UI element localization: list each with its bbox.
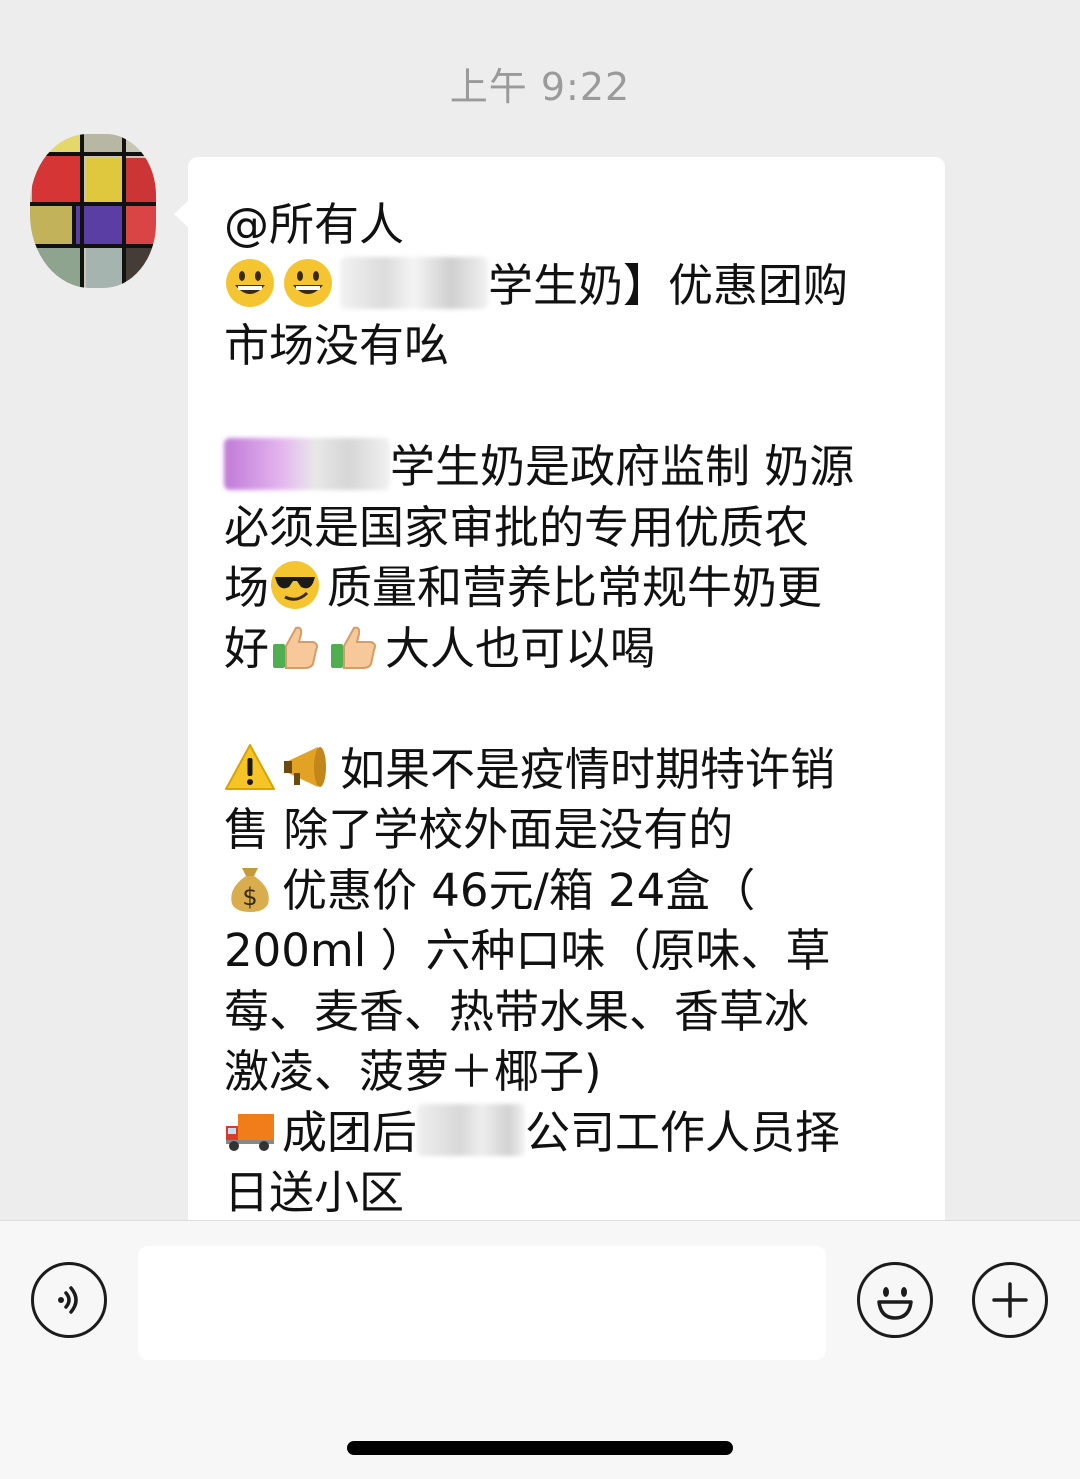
sender-avatar[interactable] [30,134,156,288]
message-text: 如果不是疫情时期特许销 [340,742,836,796]
emoji-button[interactable] [857,1262,933,1338]
message-line: 莓、麦香、热带水果、香草冰 [224,984,810,1038]
message-text: 好 [224,621,270,675]
message-input[interactable] [138,1246,826,1360]
message-text: 学生奶】优惠团购 [488,258,849,312]
message-text: 公司工作人员择 [525,1105,841,1159]
message-line: 学生奶是政府监制 奶源 [224,437,915,498]
message-line: $ 优惠价 46元/箱 24盒（ [224,861,915,922]
redacted-text [340,256,488,309]
message-line: 激凌、菠萝＋椰子) [224,1045,602,1098]
megaphone-icon [284,746,326,787]
home-indicator [347,1441,733,1455]
grinning-face-icon [284,258,332,307]
redacted-text [224,438,390,490]
more-button[interactable] [972,1262,1048,1338]
message-line: 售 除了学校外面是没有的 [224,803,734,856]
warning-sign-icon [225,743,275,790]
grinning-face-icon [226,258,274,307]
voice-button[interactable] [31,1262,107,1338]
message-bubble[interactable]: @所有人 学生奶】优惠团购 市场没有吆 学生奶是政府监制 奶源 必须是国家审批的… [188,157,945,1220]
message-line: 必须是国家审批的专用优质农 [224,500,810,554]
message-line: 如果不是疫情时期特许销 [224,740,915,801]
message-line: 学生奶】优惠团购 [224,256,915,317]
svg-text:$: $ [242,883,257,911]
plus-icon [992,1282,1028,1318]
message-text: 场 [224,561,270,614]
message-line: 成团后 公司工作人员择 [224,1103,915,1164]
emoji-icon [877,1287,913,1320]
message-line: 场 质量和营养比常规牛奶更 [224,558,915,619]
message-line: 市场没有吆 [224,319,450,372]
message-text: 优惠价 46元/箱 24盒（ [282,863,756,917]
bubble-tail [174,200,189,228]
thumbs-up-icon [331,626,376,669]
message-line: 日送小区 [224,1166,405,1219]
thumbs-up-icon [273,626,318,669]
message-timestamp: 上午 9:22 [449,65,631,109]
delivery-truck-icon [226,1113,274,1151]
message-line: 好 大人也可以喝 [224,619,915,680]
message-line: 200ml ）六种口味（原味、草 [224,924,831,977]
message-text: 成团后 [282,1105,418,1159]
money-bag-icon: $ [231,867,269,912]
message-text: 学生奶是政府监制 奶源 [390,440,855,493]
redacted-text [417,1103,526,1156]
sunglasses-face-icon [271,561,320,609]
message-text: 大人也可以喝 [385,621,656,675]
message-text: 质量和营养比常规牛奶更 [327,561,823,614]
voice-icon [58,1286,78,1314]
chat-area: 上午 9:22 @所有人 学生奶】优惠团购 市场没有吆 学生奶是政府监制 奶源 [0,0,1080,1220]
message-line: @所有人 [224,198,405,251]
